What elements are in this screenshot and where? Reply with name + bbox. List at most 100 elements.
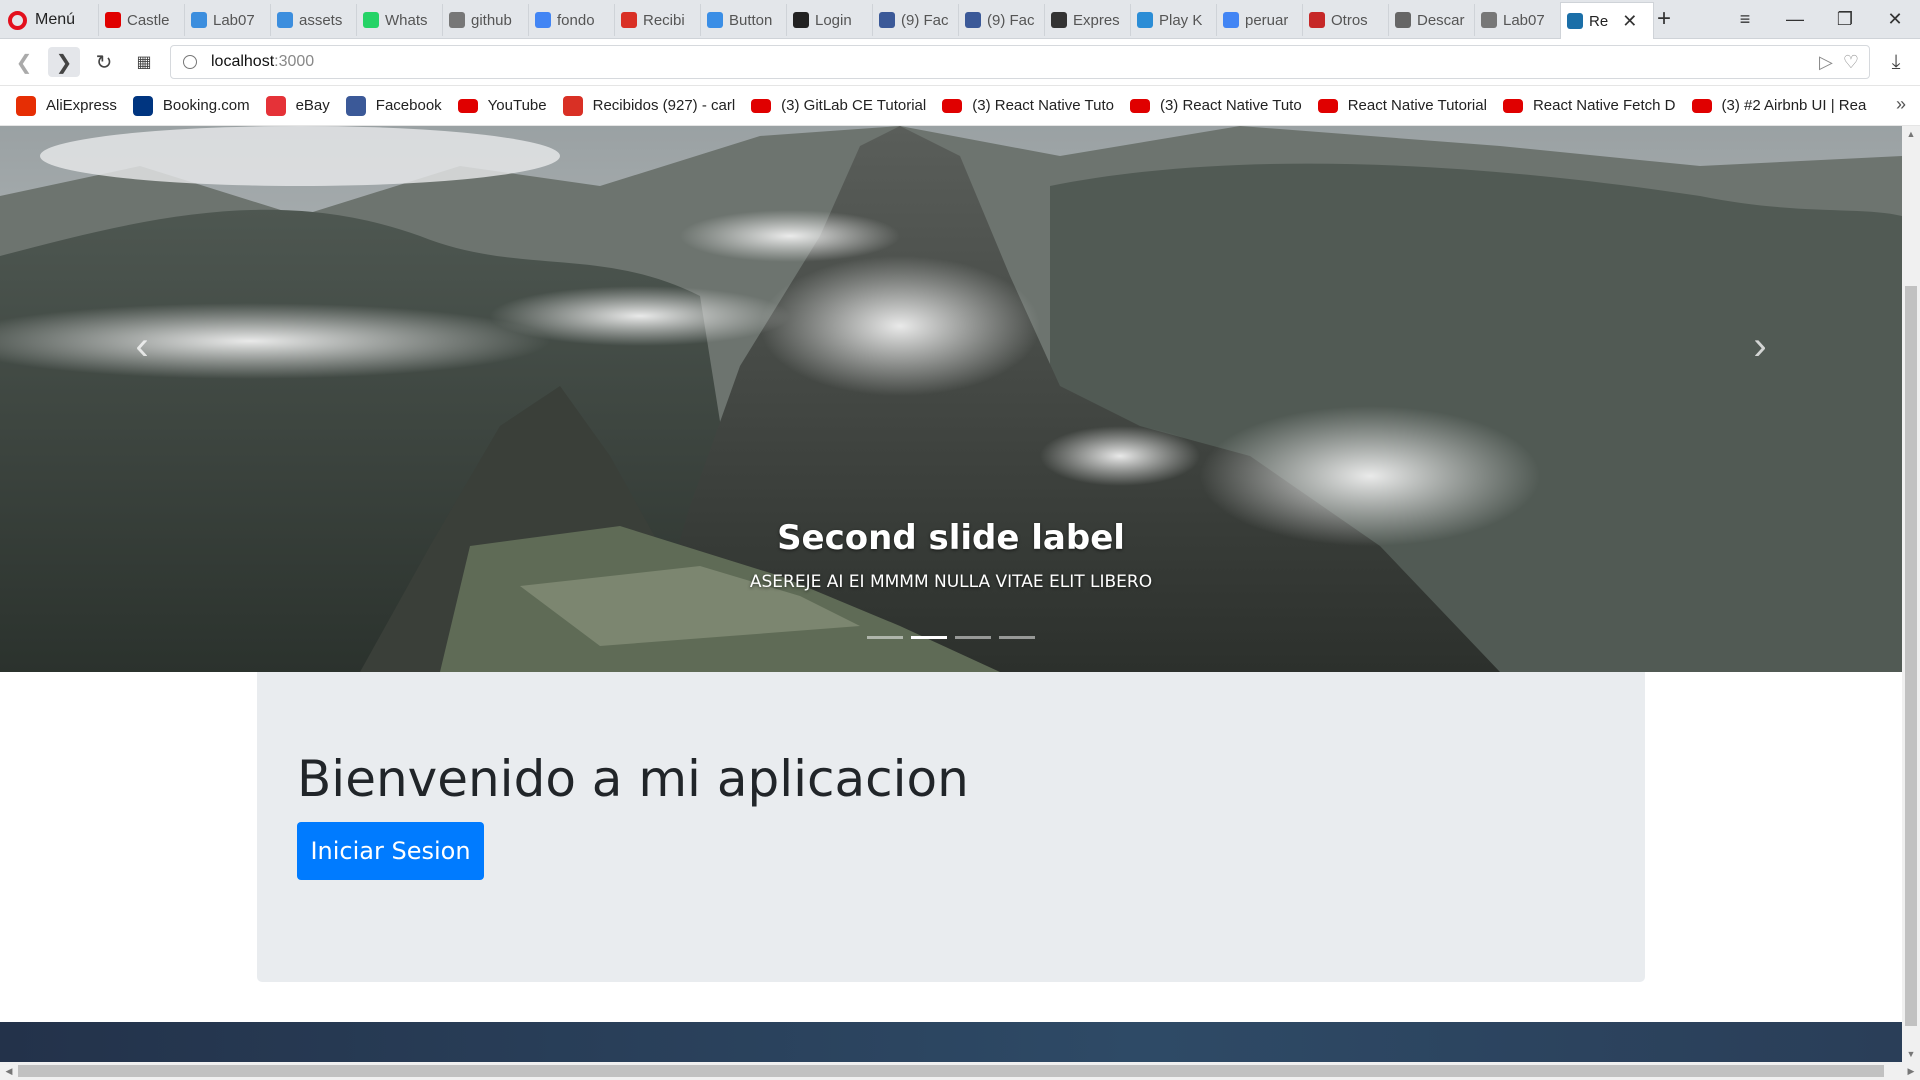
bookmark-label: AliExpress	[46, 97, 117, 114]
bookmarks-overflow-icon[interactable]: »	[1896, 94, 1906, 115]
google-icon	[1223, 12, 1239, 28]
browser-tab[interactable]: Descar	[1388, 4, 1474, 36]
booking-icon	[132, 95, 153, 116]
bookmark-item[interactable]: Facebook	[345, 95, 442, 116]
send-icon[interactable]: ▷	[1819, 52, 1833, 73]
minimize-window-icon[interactable]: —	[1770, 0, 1820, 39]
tab-label: Descar	[1417, 11, 1465, 29]
footer-band	[0, 1022, 1902, 1062]
globe-icon	[183, 55, 197, 69]
forward-button[interactable]: ❯	[48, 47, 80, 77]
bookmark-item[interactable]: Recibidos (927) - carl	[562, 95, 735, 116]
carousel-prev-button[interactable]: ‹	[122, 316, 162, 376]
bookmark-label: (3) React Native Tuto	[1159, 97, 1302, 114]
browser-tab[interactable]: fondo	[528, 4, 614, 36]
tab-label: Recibi	[643, 11, 685, 29]
welcome-jumbotron: Bienvenido a mi aplicacion Iniciar Sesio…	[257, 672, 1645, 982]
facebook-icon	[345, 95, 366, 116]
carousel-indicator[interactable]	[955, 636, 991, 639]
scroll-down-icon[interactable]: ▼	[1902, 1046, 1920, 1062]
carousel-indicators	[0, 636, 1902, 639]
youtube-icon	[105, 12, 121, 28]
browser-tab[interactable]: (9) Fac	[872, 4, 958, 36]
tab-label: Whats	[385, 11, 428, 29]
browser-tab[interactable]: Castle	[98, 4, 184, 36]
browser-tab[interactable]: peruar	[1216, 4, 1302, 36]
carousel-caption-text: ASEREJE AI EI MMMM NULLA VITAE ELIT LIBE…	[749, 572, 1153, 592]
page-viewport: ‹ › Second slide label ASEREJE AI EI MMM…	[0, 126, 1902, 1062]
opera-menu-button[interactable]: Menú	[8, 8, 75, 32]
browser-tab[interactable]: Lab07	[1474, 4, 1560, 36]
close-tab-icon[interactable]: ✕	[1622, 11, 1637, 32]
vue-icon	[191, 12, 207, 28]
browser-tab[interactable]: Otros	[1302, 4, 1388, 36]
browser-tab[interactable]: Login	[786, 4, 872, 36]
browser-tab[interactable]: Expres	[1044, 4, 1130, 36]
bookmark-item[interactable]: Booking.com	[132, 95, 250, 116]
youtube-icon	[457, 98, 478, 113]
url-host: localhost	[211, 53, 275, 70]
bookmark-item[interactable]: (3) GitLab CE Tutorial	[751, 97, 926, 114]
reload-button[interactable]: ↻	[88, 47, 120, 77]
browser-tab[interactable]: Lab07	[184, 4, 270, 36]
bookmark-label: (3) GitLab CE Tutorial	[781, 97, 927, 114]
bookmark-item[interactable]: (3) React Native Tuto	[1129, 97, 1302, 114]
tab-label: assets	[299, 11, 343, 29]
horizontal-scroll-thumb[interactable]	[18, 1065, 1884, 1077]
scroll-left-icon[interactable]: ◀	[0, 1062, 18, 1080]
browser-tab[interactable]: github	[442, 4, 528, 36]
ebay-icon	[265, 95, 286, 116]
vertical-scroll-thumb[interactable]	[1905, 286, 1917, 1026]
bookmark-item[interactable]: eBay	[265, 95, 330, 116]
address-bar[interactable]: localhost:3000 ▷ ♡	[170, 45, 1870, 79]
bookmark-item[interactable]: (3) #2 Airbnb UI | Rea	[1691, 97, 1867, 114]
browser-tab[interactable]: Recibi	[614, 4, 700, 36]
document-icon	[1481, 12, 1497, 28]
restore-window-icon[interactable]: ❐	[1820, 0, 1870, 39]
login-button[interactable]: Iniciar Sesion	[297, 822, 484, 880]
bookmark-item[interactable]: AliExpress	[16, 95, 117, 116]
browser-tab[interactable]: Button	[700, 4, 786, 36]
tab-label: fondo	[557, 11, 595, 29]
download-icon	[1395, 12, 1411, 28]
tab-label: Login	[815, 11, 852, 29]
browser-tab[interactable]: Re ✕	[1560, 2, 1654, 39]
bookmark-label: React Native Fetch D	[1532, 97, 1676, 114]
scroll-right-icon[interactable]: ▶	[1902, 1062, 1920, 1080]
new-tab-button[interactable]: +	[1650, 4, 1678, 34]
youtube-icon	[751, 98, 772, 113]
carousel-caption: Second slide label ASEREJE AI EI MMMM NU…	[0, 518, 1902, 592]
bookmark-label: (3) #2 Airbnb UI | Rea	[1721, 97, 1867, 114]
browser-tab[interactable]: assets	[270, 4, 356, 36]
carousel-caption-title: Second slide label	[777, 518, 1125, 558]
carousel-indicator[interactable]	[999, 636, 1035, 639]
bookmark-label: (3) React Native Tuto	[972, 97, 1114, 114]
facebook-icon	[965, 12, 981, 28]
google-icon	[535, 12, 551, 28]
close-window-icon[interactable]: ✕	[1870, 0, 1920, 39]
browser-tab[interactable]: Whats	[356, 4, 442, 36]
bookmark-item[interactable]: React Native Fetch D	[1502, 97, 1676, 114]
speed-dial-icon[interactable]: ▦	[128, 47, 160, 77]
tab-menu-icon[interactable]: ≡	[1720, 0, 1770, 39]
youtube-icon	[1502, 98, 1523, 113]
carousel-next-button[interactable]: ›	[1740, 316, 1780, 376]
browser-tab[interactable]: Play K	[1130, 4, 1216, 36]
tab-label: Otros	[1331, 11, 1368, 29]
carousel-indicator[interactable]	[911, 636, 947, 639]
vertical-scrollbar[interactable]: ▲ ▼	[1902, 126, 1920, 1062]
downloads-icon[interactable]: ⤓	[1880, 47, 1912, 77]
playk-icon	[1137, 12, 1153, 28]
back-button[interactable]: ❮	[8, 47, 40, 77]
browser-tab[interactable]: (9) Fac	[958, 4, 1044, 36]
carousel-indicator[interactable]	[867, 636, 903, 639]
youtube-icon	[942, 98, 963, 113]
bookmark-item[interactable]: (3) React Native Tuto	[942, 97, 1114, 114]
facebook-icon	[879, 12, 895, 28]
bookmark-item[interactable]: YouTube	[457, 97, 547, 114]
horizontal-scrollbar[interactable]: ◀ ▶	[0, 1062, 1920, 1080]
bookmark-item[interactable]: React Native Tutorial	[1317, 97, 1487, 114]
heart-bookmark-icon[interactable]: ♡	[1843, 52, 1859, 73]
scroll-up-icon[interactable]: ▲	[1902, 126, 1920, 142]
youtube-icon	[1317, 98, 1338, 113]
